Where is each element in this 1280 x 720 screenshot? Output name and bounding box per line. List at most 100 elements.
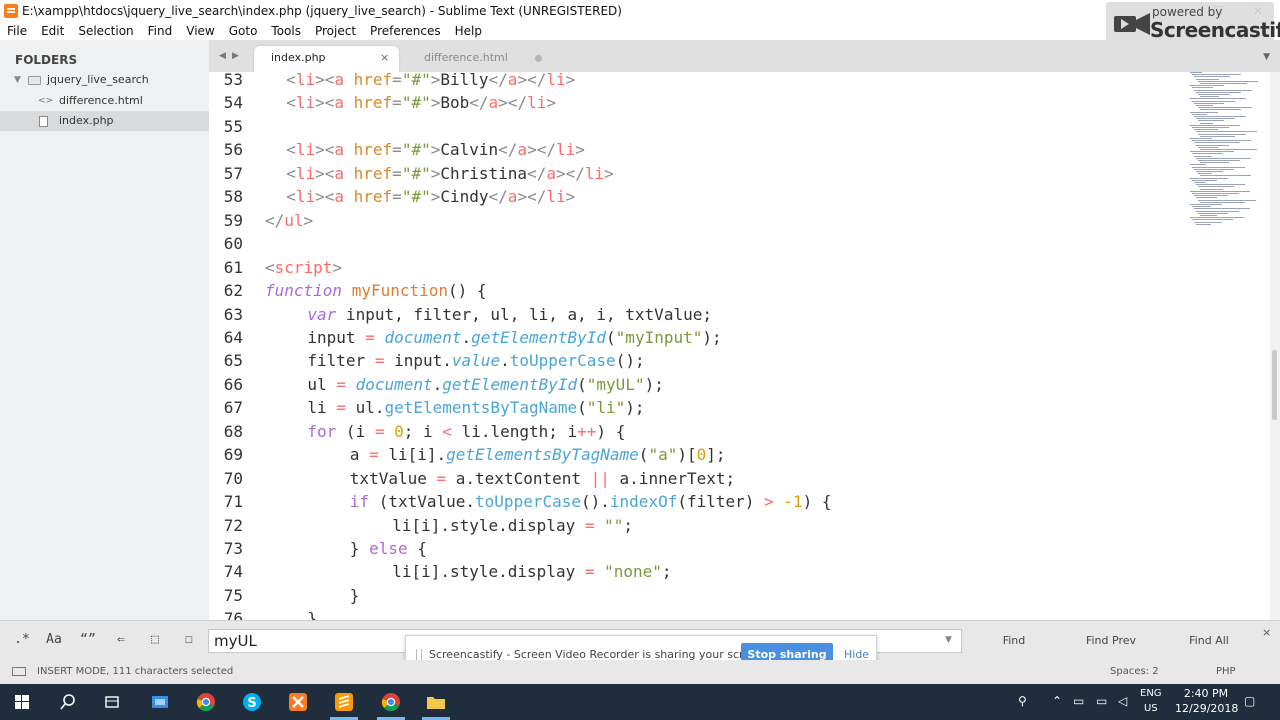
- expand-arrow-icon[interactable]: ▼: [14, 70, 21, 90]
- code-line[interactable]: 72 li[i].style.display = "";: [209, 517, 1189, 541]
- minimap[interactable]: [1186, 72, 1266, 232]
- minimap-line: [1194, 208, 1250, 210]
- screencastify-logo-icon: [1114, 13, 1150, 35]
- code-line[interactable]: 69 a = li[i].getElementsByTagName("a")[0]…: [209, 447, 1189, 470]
- minimap-line: [1190, 204, 1222, 205]
- clock-date: 12/29/2018: [1175, 702, 1239, 715]
- menu-item-view[interactable]: View: [179, 24, 221, 38]
- menu-item-project[interactable]: Project: [308, 24, 363, 38]
- sidebar-item-difference-html[interactable]: <> difference.html: [0, 91, 209, 111]
- code-line[interactable]: 71 if (txtValue.toUpperCase().indexOf(fil…: [209, 494, 1189, 517]
- chevron-up-icon[interactable]: ⌃: [1052, 694, 1062, 708]
- code-line[interactable]: 64 input = document.getElementById("myInp…: [209, 329, 1189, 353]
- scrollbar-thumb[interactable]: [1272, 350, 1277, 420]
- network-icon[interactable]: ▭: [1073, 694, 1084, 708]
- code-line[interactable]: 74 li[i].style.display = "none";: [209, 564, 1189, 587]
- syntax-setting[interactable]: PHP: [1216, 666, 1236, 677]
- find-history-dropdown-icon[interactable]: ▼: [945, 635, 952, 645]
- code-line[interactable]: 70 txtValue = a.textContent || a.innerTex…: [209, 470, 1189, 494]
- wrap-toggle[interactable]: ⇐: [109, 629, 133, 651]
- close-icon[interactable]: ×: [1262, 626, 1271, 639]
- minimap-line: [1196, 197, 1217, 199]
- in-selection-toggle[interactable]: ⬚: [143, 629, 167, 651]
- code-line[interactable]: 63 var input, filter, ul, li, a, i, txtVa…: [209, 306, 1189, 330]
- code-line[interactable]: 65 filter = input.value.toUpperCase();: [209, 353, 1189, 376]
- menu-item-file[interactable]: File: [0, 24, 34, 38]
- code-line[interactable]: 57 <li><a href="#">Christina</a></li>: [209, 163, 1189, 189]
- code-line[interactable]: 62 function myFunction() {: [209, 283, 1189, 306]
- find-all-button[interactable]: Find All: [1179, 629, 1239, 653]
- tab-scroll-left-icon[interactable]: ◀: [219, 40, 226, 72]
- sidebar-title: FOLDERS: [15, 53, 78, 67]
- code-line[interactable]: 73} else {: [209, 541, 1189, 564]
- tab-close-icon[interactable]: ×: [380, 46, 389, 70]
- whole-word-toggle[interactable]: “”: [76, 629, 100, 651]
- minimap-line: [1200, 162, 1229, 164]
- menu-item-edit[interactable]: Edit: [34, 24, 71, 38]
- task-view-icon[interactable]: [98, 690, 126, 714]
- minimap-line: [1192, 153, 1223, 155]
- language-indicator[interactable]: ENG US: [1140, 686, 1162, 716]
- chrome-profile-icon[interactable]: [377, 690, 405, 714]
- code-token: =: [392, 72, 402, 89]
- tab-difference-html[interactable]: difference.html: [405, 46, 550, 72]
- code-line[interactable]: 66 ul = document.getElementById("myUL");: [209, 376, 1189, 400]
- menu-item-preferences[interactable]: Preferences: [363, 24, 448, 38]
- notifications-icon[interactable]: ▢: [1244, 694, 1255, 708]
- highlight-matches-toggle[interactable]: ☐: [177, 629, 201, 651]
- minimap-line: [1192, 219, 1233, 221]
- indentation-setting[interactable]: Spaces: 2: [1110, 666, 1159, 677]
- find-prev-button[interactable]: Find Prev: [1078, 629, 1144, 653]
- code-line[interactable]: 54 <li><a href="#">Bob</a></li>: [209, 95, 1189, 118]
- code-token: a: [349, 445, 370, 465]
- system-clock[interactable]: 2:40 PM 12/29/2018: [1175, 686, 1239, 716]
- line-code: li = ul.getElementsByTagName("li");: [307, 400, 644, 416]
- folder-icon[interactable]: [422, 690, 450, 714]
- tab-scroll-right-icon[interactable]: ▶: [232, 40, 239, 72]
- code-line[interactable]: 55: [209, 118, 1189, 142]
- sublime-text-icon[interactable]: [330, 690, 358, 714]
- tab-dropdown-icon[interactable]: ▼: [1263, 52, 1270, 62]
- code-line[interactable]: 60: [209, 236, 1189, 259]
- skype-icon[interactable]: S: [238, 690, 266, 714]
- code-line[interactable]: 61 <script>: [209, 259, 1189, 283]
- code-token: =: [392, 140, 402, 160]
- tab-index-php[interactable]: index.php ×: [254, 46, 399, 72]
- folder-row[interactable]: ▼ jquery_live_search: [0, 70, 209, 90]
- file-manager-app-icon[interactable]: [146, 690, 174, 714]
- find-button[interactable]: Find: [986, 629, 1042, 653]
- menu-item-find[interactable]: Find: [141, 24, 180, 38]
- code-token: ></: [527, 140, 556, 160]
- code-line[interactable]: 67 li = ul.getElementsByTagName("li");: [209, 400, 1189, 423]
- code-line[interactable]: 58 <li><a href="#">Cindy</a></li>: [209, 189, 1189, 212]
- unsaved-dot-icon[interactable]: [535, 55, 542, 62]
- xampp-icon[interactable]: [284, 690, 312, 714]
- code-line[interactable]: 76}: [209, 611, 1189, 620]
- code-line[interactable]: 75}: [209, 587, 1189, 611]
- people-icon[interactable]: ⚲: [1018, 694, 1027, 708]
- code-line[interactable]: 59 </ul>: [209, 212, 1189, 236]
- code-editor[interactable]: 53 <li><a href="#">Billy</a></li> 54 <li><a…: [209, 72, 1272, 620]
- vertical-scrollbar[interactable]: [1270, 72, 1280, 620]
- battery-icon[interactable]: ▭: [1096, 694, 1107, 708]
- menu-item-goto[interactable]: Goto: [222, 24, 265, 38]
- code-token: toUpperCase: [509, 351, 616, 371]
- sidebar-item-index-php[interactable]: index.php: [0, 111, 209, 131]
- code-token: >: [430, 163, 441, 183]
- minimap-line: [1196, 91, 1241, 93]
- windows-start-icon[interactable]: [8, 690, 36, 714]
- code-line[interactable]: 56 <li><a href="#">Calvin</a></li>: [209, 142, 1189, 165]
- minimap-line: [1200, 83, 1247, 84]
- code-line[interactable]: 68 for (i = 0; i < li.length; i++) {: [209, 423, 1189, 447]
- menu-item-selection[interactable]: Selection: [71, 24, 140, 38]
- menu-item-help[interactable]: Help: [448, 24, 489, 38]
- menu-item-tools[interactable]: Tools: [264, 24, 308, 38]
- case-sensitive-toggle[interactable]: Aa: [42, 629, 66, 651]
- code-token: li: [546, 72, 566, 89]
- volume-icon[interactable]: ◁: [1118, 694, 1127, 708]
- search-icon[interactable]: [54, 690, 82, 714]
- code-line[interactable]: 53 <li><a href="#">Billy</a></li>: [209, 72, 1189, 95]
- monitor-icon[interactable]: [12, 667, 26, 676]
- chrome-icon[interactable]: [192, 690, 220, 714]
- regex-toggle[interactable]: .*: [10, 629, 34, 651]
